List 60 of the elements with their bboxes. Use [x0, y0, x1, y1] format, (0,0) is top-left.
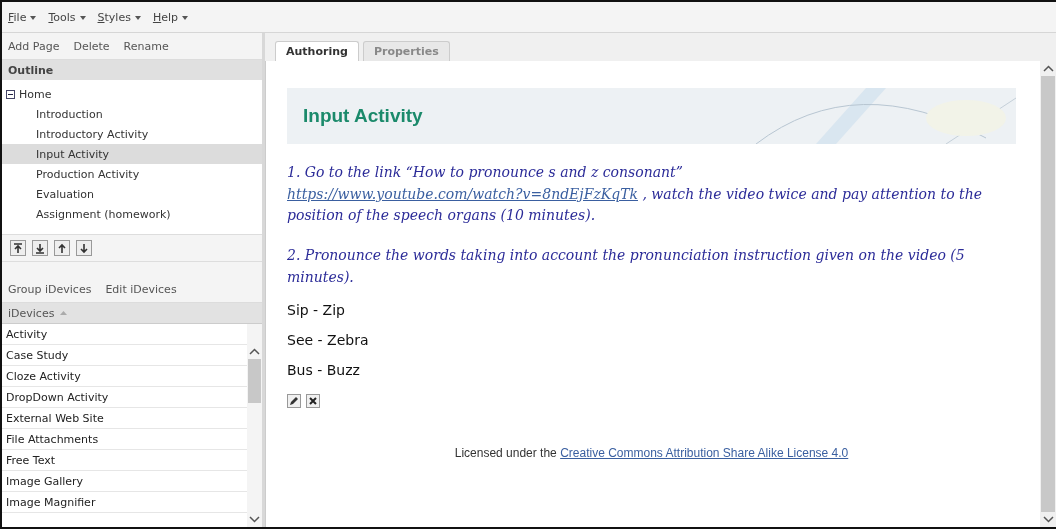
menu-item[interactable]: File — [8, 10, 37, 24]
outline-item[interactable]: Introductory Activity — [2, 124, 262, 144]
idevice-item[interactable]: File Attachments — [2, 429, 247, 450]
scrollbar[interactable] — [1040, 61, 1056, 527]
idevice-item[interactable]: Cloze Activity — [2, 366, 247, 387]
instruction-text: 2. Pronounce the words taking into account the pronunciation instruction given on the video (5 minutes). — [287, 246, 966, 287]
sort-icon — [60, 311, 68, 315]
move-bottom-icon — [33, 241, 47, 255]
toolbar-button[interactable]: Rename — [123, 39, 169, 53]
caret-icon — [182, 15, 188, 20]
move-bottom-button[interactable] — [32, 240, 48, 256]
move-top-icon — [11, 241, 25, 255]
menu-item[interactable]: Help — [152, 10, 188, 24]
idevice-item[interactable]: Case Study — [2, 345, 247, 366]
outline-item[interactable]: Production Activity — [2, 164, 262, 184]
caret-icon — [79, 15, 86, 20]
move-down-icon — [77, 241, 91, 255]
license-link[interactable]: Creative Commons Attribution Share Alike License 4.0 — [560, 446, 849, 461]
instruction-text: 1. Go to the link “How to pronounce s and z consonant” https://www.youtube.com/watch?v=8ndEjFzKqTk , watch the video twice and pay attention to the position of the speech organs (10 minutes). — [287, 163, 983, 226]
toolbar-button[interactable]: Group iDevices — [8, 282, 92, 296]
outline-item[interactable]: Evaluation — [2, 184, 262, 204]
column-header[interactable]: iDevices — [2, 303, 262, 324]
scrollbar-thumb[interactable] — [248, 359, 261, 403]
scroll-down-icon[interactable] — [1042, 516, 1054, 523]
collapse-icon[interactable] — [6, 89, 15, 99]
scroll-down-icon[interactable] — [249, 516, 260, 523]
idevice-item[interactable]: DropDown Activity — [2, 387, 247, 408]
license-text: Licensed under the Creative Commons Attribution Share Alike License 4.0 — [453, 446, 850, 461]
move-up-button[interactable] — [54, 240, 70, 256]
idevice-item[interactable]: External Web Site — [2, 408, 247, 429]
toolbar-button[interactable]: Edit iDevices — [105, 282, 177, 296]
delete-button[interactable] — [306, 394, 320, 409]
page-heading: Input Activity — [303, 105, 423, 127]
move-top-button[interactable] — [10, 240, 26, 256]
outline-header: Outline — [2, 60, 262, 80]
video-link[interactable]: https://www.youtube.com/watch?v=8ndEjFzKqTk — [287, 185, 638, 202]
outline-item[interactable]: Assignment (homework) — [2, 204, 262, 224]
edit-button[interactable] — [287, 394, 301, 409]
caret-icon — [30, 15, 37, 20]
word-pair: Sip - Zip — [287, 302, 346, 319]
move-down-button[interactable] — [76, 240, 92, 256]
scroll-up-icon[interactable] — [1042, 65, 1054, 72]
toolbar-button[interactable]: Delete — [73, 39, 110, 53]
tab[interactable]: Authoring — [275, 41, 359, 61]
scrollbar[interactable] — [247, 324, 262, 527]
word-pair: Bus - Buzz — [287, 362, 361, 379]
idevice-item[interactable]: Image Magnifier — [2, 492, 247, 513]
outline-item[interactable]: Input Activity — [2, 144, 262, 164]
idevice-item[interactable]: Free Text — [2, 450, 247, 471]
idevice-item[interactable]: Activity — [2, 324, 247, 345]
word-pair: See - Zebra — [287, 332, 370, 349]
outline-item[interactable]: Home — [2, 84, 262, 104]
menu-item[interactable]: Styles — [97, 10, 141, 24]
outline-item[interactable]: Introduction — [2, 104, 262, 124]
scroll-up-icon[interactable] — [249, 348, 260, 355]
scrollbar-thumb[interactable] — [1041, 76, 1055, 512]
idevice-item[interactable]: Image Gallery — [2, 471, 247, 492]
caret-icon — [134, 15, 141, 20]
menu-item[interactable]: Tools — [48, 10, 86, 24]
toolbar-button[interactable]: Add Page — [8, 39, 60, 53]
